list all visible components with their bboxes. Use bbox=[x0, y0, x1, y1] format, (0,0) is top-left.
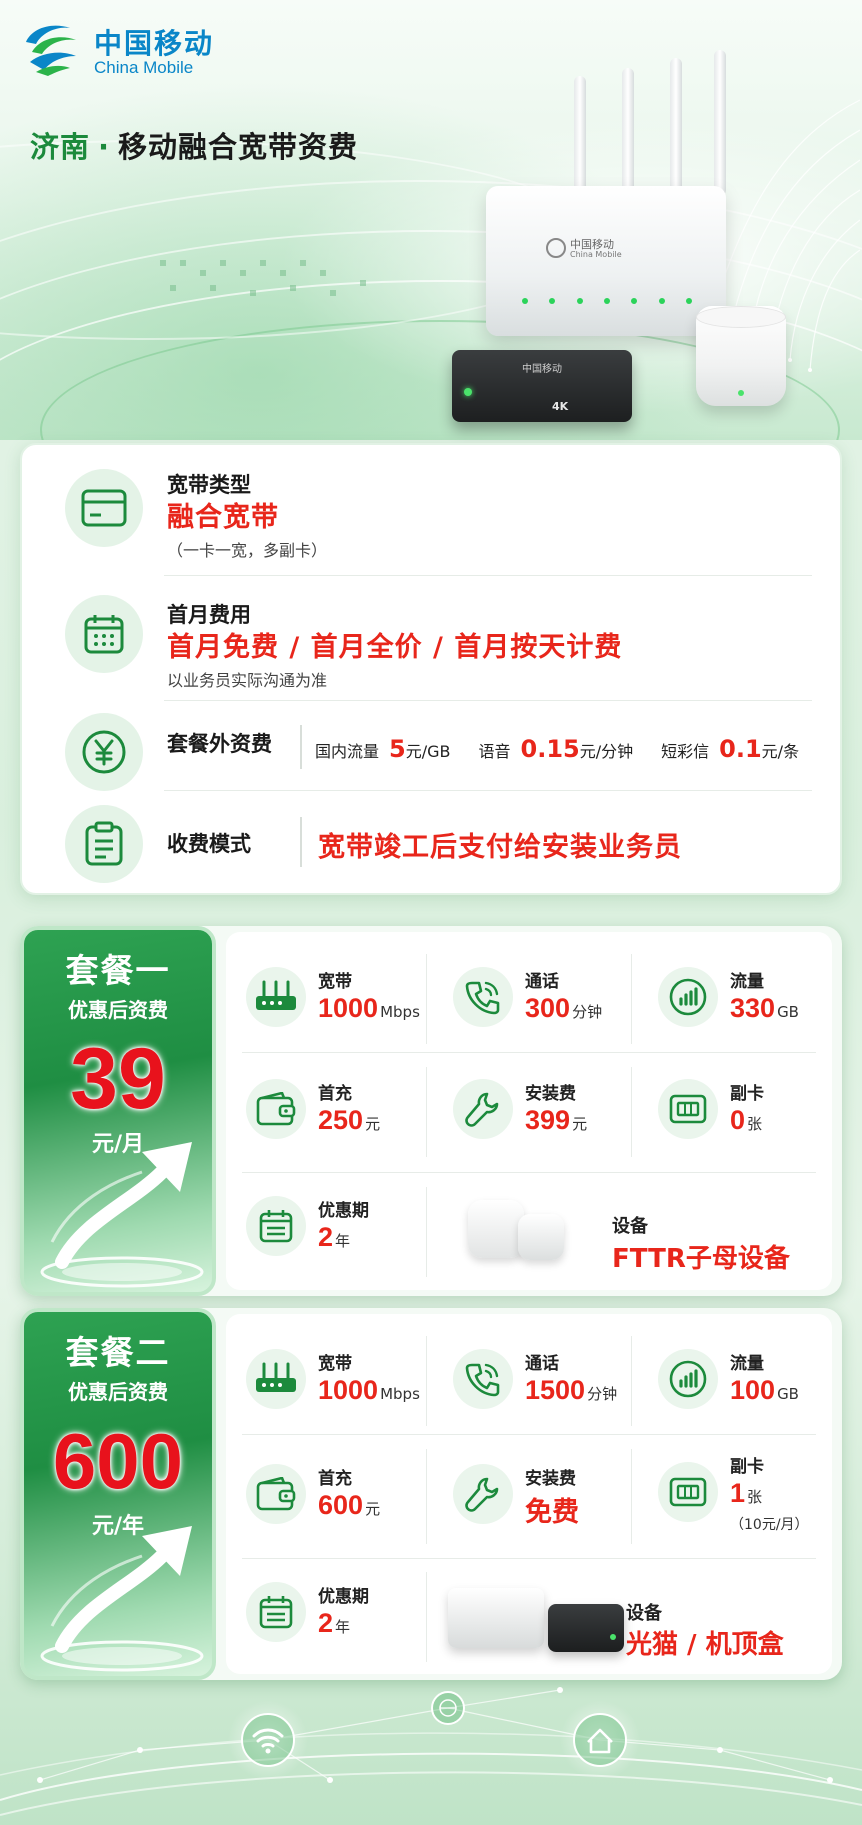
china-mobile-logo-icon bbox=[26, 25, 76, 76]
calendar-icon bbox=[246, 1196, 306, 1256]
plan-1-sub: 优惠后资费 bbox=[68, 998, 168, 1022]
mesh-node-image bbox=[690, 306, 790, 406]
plan-2-price-panel: 套餐二 优惠后资费 600 元/年 bbox=[20, 1308, 216, 1680]
stb-badge: 4K bbox=[552, 400, 569, 413]
billing-mode-label: 收费模式 bbox=[167, 832, 251, 856]
brand-name-cn: 中国移动 bbox=[94, 27, 215, 60]
title-separator: · bbox=[98, 130, 111, 164]
plan-1-device-label: 设备 bbox=[612, 1216, 648, 1237]
divider bbox=[300, 725, 302, 769]
plan-2-price: 600 bbox=[52, 1417, 184, 1505]
wrench-icon bbox=[453, 1464, 513, 1524]
signal-bars-icon bbox=[658, 1349, 718, 1409]
broadband-type-value: 融合宽带 bbox=[167, 502, 279, 533]
brand-name-en: China Mobile bbox=[94, 58, 194, 77]
plan-1-price: 39 bbox=[70, 1031, 166, 1127]
divider bbox=[164, 575, 812, 576]
phone-icon bbox=[453, 1349, 513, 1409]
broadband-type-note: （一卡一宽，多副卡） bbox=[167, 541, 328, 560]
extra-fees-label: 套餐外资费 bbox=[167, 732, 272, 756]
fttr-device-image bbox=[468, 1194, 568, 1264]
plan-1-name: 套餐一 bbox=[65, 951, 171, 990]
wrench-icon bbox=[453, 1079, 513, 1139]
city-name: 济南 bbox=[30, 130, 91, 164]
brand-logo: 中国移动 China Mobile bbox=[22, 20, 222, 80]
title-text: 移动融合宽带资费 bbox=[118, 130, 359, 164]
page-title: 济南 · 移动融合宽带资费 bbox=[30, 124, 358, 166]
sim-card-icon bbox=[658, 1079, 718, 1139]
wallet-icon bbox=[246, 1464, 306, 1524]
growth-arrow-icon bbox=[40, 1526, 204, 1672]
extra-fees-list: 国内流量 5元/GB 语音 0.15元/分钟 短彩信 0.1元/条 bbox=[315, 735, 827, 763]
first-month-note: 以业务员实际沟通为准 bbox=[167, 671, 328, 690]
yuan-icon bbox=[65, 713, 143, 791]
router-brand-en: China Mobile bbox=[570, 250, 622, 259]
tariff-info-card: 宽带类型 融合宽带 （一卡一宽，多副卡） 首月费用 首月免费 / 首月全价 / … bbox=[20, 443, 842, 895]
plan-1-details: 宽带 1000 Mbps 通话 300 分钟 流量 330 GB 首充 250 元 bbox=[226, 932, 832, 1290]
wallet-icon bbox=[246, 1079, 306, 1139]
router-icon bbox=[246, 1349, 306, 1409]
plan-2-name: 套餐二 bbox=[65, 1333, 171, 1372]
plan-1-price-panel: 套餐一 优惠后资费 39 元/月 bbox=[20, 926, 216, 1296]
growth-arrow-icon bbox=[40, 1142, 204, 1288]
first-month-value: 首月免费 / 首月全价 / 首月按天计费 bbox=[167, 632, 623, 663]
plan-1-device-value: FTTR子母设备 bbox=[612, 1244, 790, 1274]
fee-item-voice: 语音 0.15元/分钟 bbox=[478, 735, 634, 763]
fee-item-sms: 短彩信 0.1元/条 bbox=[661, 735, 800, 763]
stb-brand: 中国移动 bbox=[522, 364, 562, 375]
phone-icon bbox=[453, 967, 513, 1027]
plan-2-details: 宽带 1000 Mbps 通话 1500 分钟 流量 100 GB 首充 600 元 bbox=[226, 1314, 832, 1674]
divider bbox=[300, 817, 302, 867]
plan-card-1: 套餐一 优惠后资费 39 元/月 宽带 1000 Mbps 通话 300 分钟 … bbox=[20, 926, 842, 1296]
set-top-box-image: 中国移动 4K bbox=[452, 350, 632, 430]
divider bbox=[164, 790, 812, 791]
plan-2-sub: 优惠后资费 bbox=[68, 1380, 168, 1404]
clipboard-icon bbox=[65, 805, 143, 883]
signal-bars-icon bbox=[658, 967, 718, 1027]
network-decoration bbox=[0, 1687, 862, 1816]
card-icon bbox=[65, 469, 143, 547]
calendar-icon bbox=[246, 1582, 306, 1642]
fee-item-data: 国内流量 5元/GB bbox=[315, 735, 451, 763]
divider bbox=[164, 700, 812, 701]
billing-mode-value: 宽带竣工后支付给安装业务员 bbox=[318, 832, 682, 863]
calendar-icon bbox=[65, 595, 143, 673]
plan-2-device-label: 设备 bbox=[626, 1603, 662, 1624]
modem-stb-image bbox=[448, 1584, 628, 1659]
plan-card-2: 套餐二 优惠后资费 600 元/年 宽带 1000 Mbps 通话 1500 分… bbox=[20, 1308, 842, 1680]
sim-card-icon bbox=[658, 1462, 718, 1522]
router-icon bbox=[246, 967, 306, 1027]
plan-2-device-value: 光猫 / 机顶盒 bbox=[626, 1630, 784, 1660]
